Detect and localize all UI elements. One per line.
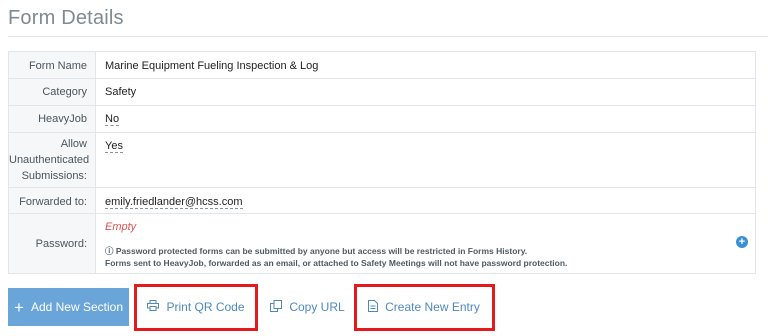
allow-unauthenticated-label-line2: Unauthenticated [9, 154, 90, 166]
form-details-table: Form Name Marine Equipment Fueling Inspe… [8, 51, 756, 274]
category-row: Category Safety [9, 79, 755, 106]
info-circle-icon: ⓘ [105, 246, 114, 256]
copy-icon [270, 299, 283, 315]
forwarded-to-label: Forwarded to: [9, 188, 96, 213]
password-note-text1: Password protected forms can be submitte… [115, 246, 528, 256]
heavyjob-value: No [96, 106, 755, 132]
title-divider [8, 36, 768, 37]
forwarded-to-value: emily.friedlander@hcss.com [96, 188, 755, 213]
plus-icon: + [14, 297, 24, 317]
form-name-row: Form Name Marine Equipment Fueling Inspe… [9, 52, 755, 79]
password-empty-value[interactable]: Empty [105, 219, 136, 235]
password-note: ⓘ Password protected forms can be submit… [105, 245, 567, 269]
add-new-section-label: Add New Section [30, 300, 123, 314]
plus-circle-icon[interactable]: + [736, 236, 748, 248]
allow-unauthenticated-value: Yes [96, 133, 755, 187]
page-title: Form Details [8, 7, 124, 29]
password-note-text2: Forms sent to HeavyJob, forwarded as an … [105, 258, 568, 268]
forwarded-to-email[interactable]: emily.friedlander@hcss.com [105, 196, 243, 209]
allow-unauthenticated-label-line1: Allow [60, 138, 87, 150]
allow-unauthenticated-row: Allow Unauthenticated Submissions: Yes [9, 133, 755, 188]
form-name-value: Marine Equipment Fueling Inspection & Lo… [105, 60, 319, 72]
print-qr-code-button[interactable]: Print QR Code [137, 288, 255, 326]
password-label: Password: [9, 214, 96, 273]
copy-url-label: Copy URL [289, 300, 345, 314]
allow-unauthenticated-label-line3: Submissions: [21, 170, 87, 182]
password-note-line1: ⓘ Password protected forms can be submit… [105, 245, 567, 257]
printer-icon [147, 300, 160, 314]
heavyjob-label: HeavyJob [9, 106, 96, 132]
create-new-entry-button[interactable]: Create New Entry [357, 288, 491, 326]
add-new-section-button[interactable]: + Add New Section [8, 288, 129, 326]
form-name-label: Form Name [9, 52, 96, 78]
document-icon [368, 299, 379, 315]
password-value-cell: Empty ⓘ Password protected forms can be … [96, 214, 755, 273]
category-value: Safety [105, 86, 137, 98]
allow-unauthenticated-value-text[interactable]: Yes [105, 140, 123, 153]
print-qr-code-label: Print QR Code [166, 300, 245, 314]
forwarded-to-row: Forwarded to: emily.friedlander@hcss.com [9, 188, 755, 214]
allow-unauthenticated-label: Allow Unauthenticated Submissions: [9, 133, 96, 187]
password-row: Password: Empty ⓘ Password protected for… [9, 214, 755, 274]
heavyjob-row: HeavyJob No [9, 106, 755, 133]
create-new-entry-label: Create New Entry [385, 300, 480, 314]
category-label: Category [9, 79, 96, 105]
heavyjob-value-text[interactable]: No [105, 113, 120, 126]
copy-url-button[interactable]: Copy URL [263, 288, 352, 326]
